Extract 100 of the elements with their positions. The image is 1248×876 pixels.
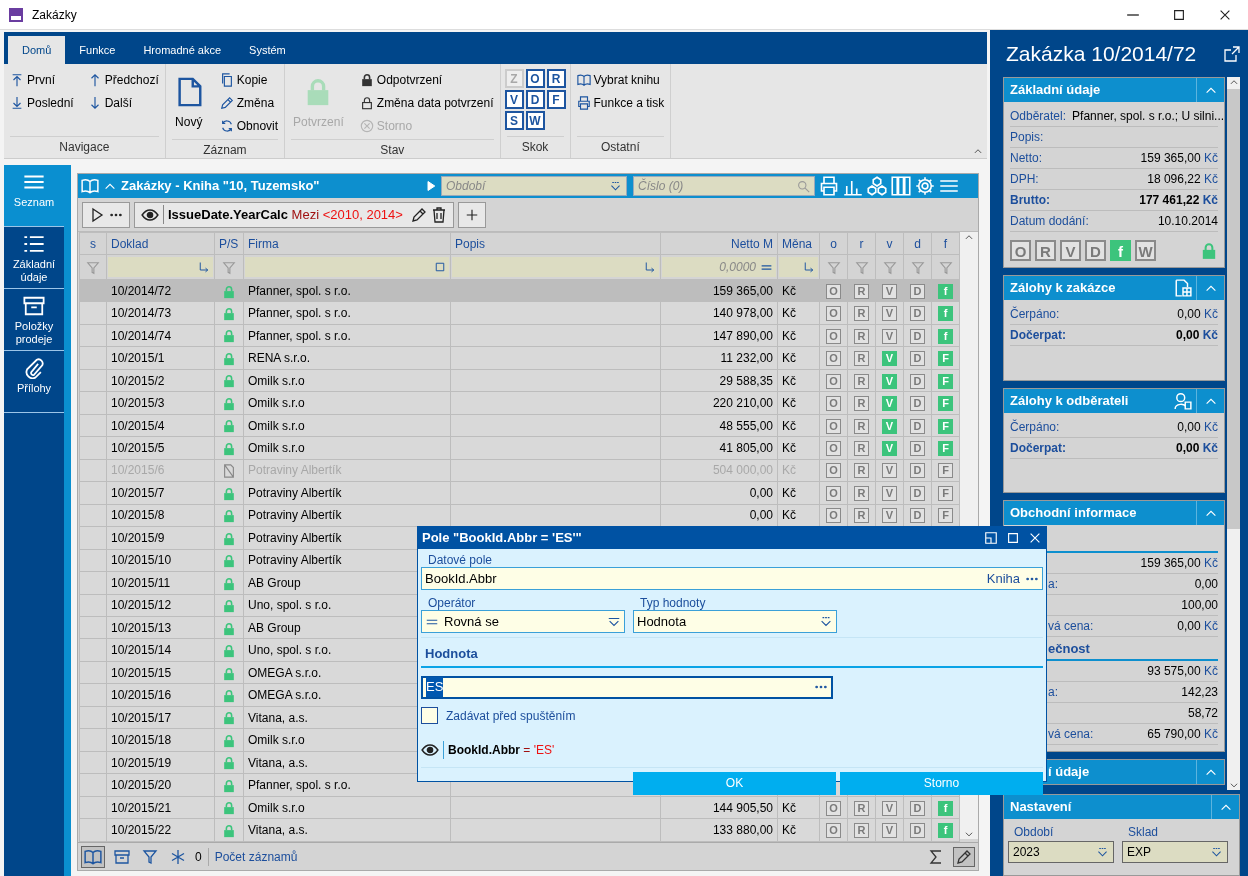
column-header[interactable]: r — [847, 232, 876, 255]
delete-button[interactable] — [430, 206, 447, 223]
column-header[interactable]: f — [931, 232, 960, 255]
data-field[interactable]: BookId.Abbr Kniha — [421, 567, 1043, 590]
status-flag: f — [938, 306, 953, 322]
jump-key[interactable]: F — [546, 90, 566, 109]
table-row[interactable]: 10/2015/2 Omilk s.r.o 29 588,35 Kč O R V D F — [79, 369, 960, 392]
lock-icon — [222, 486, 236, 501]
section-header[interactable]: Zálohy k zakázce — [1004, 276, 1224, 300]
ribbon-button[interactable]: Změna data potvrzení — [357, 92, 496, 113]
value-type-field[interactable]: Hodnota — [633, 610, 837, 633]
checkbox[interactable] — [421, 707, 438, 724]
field-label: Brutto: — [1010, 192, 1050, 209]
ribbon-button[interactable]: První — [8, 69, 76, 90]
filter-field[interactable] — [245, 257, 449, 278]
jump-key[interactable]: R — [546, 69, 566, 88]
jump-key[interactable]: O — [525, 69, 545, 88]
print-icon — [819, 176, 839, 196]
status-flag: V — [1060, 240, 1081, 261]
field-value: 0,00 — [1194, 576, 1218, 593]
section-header[interactable]: Nastavení — [1004, 795, 1239, 819]
table-cell: Potraviny Albertík — [243, 481, 451, 505]
group-label: Ostatní — [576, 136, 665, 158]
table-row[interactable]: 10/2014/73 Pfanner, spol. s r.o. 140 978,00 Kč O R V D f — [79, 301, 960, 325]
snowflake-icon — [170, 848, 186, 865]
run-button[interactable] — [89, 206, 105, 223]
cubes-button[interactable] — [867, 176, 887, 196]
table-row[interactable]: 10/2015/22 Vitana, a.s. 133 880,00 Kč O R V D f — [79, 818, 960, 842]
ribbon-tab[interactable]: Funkce — [65, 35, 130, 64]
edit-button[interactable] — [410, 206, 427, 223]
print-button[interactable] — [819, 176, 839, 196]
status-flag: R — [854, 373, 869, 389]
status-flag: V — [882, 306, 897, 322]
column-header[interactable]: Netto M — [660, 232, 778, 255]
filter-field[interactable] — [452, 257, 659, 278]
column-header[interactable]: s — [79, 232, 107, 255]
status-flag: R — [854, 485, 869, 501]
ribbon-button[interactable]: Funkce a tisk — [574, 92, 667, 113]
dropdown-field[interactable]: 2023 — [1008, 841, 1114, 863]
filter-field[interactable] — [108, 257, 213, 278]
column-header[interactable]: Měna — [777, 232, 820, 255]
table-row[interactable]: 10/2015/5 Omilk s.r.o 41 805,00 Kč O R V D F — [79, 436, 960, 460]
column-header[interactable]: d — [903, 232, 932, 255]
table-row[interactable]: 10/2014/74 Pfanner, spol. s r.o. 147 890,00 Kč O R V D f — [79, 324, 960, 347]
ribbon-button[interactable]: Obnovit — [217, 115, 281, 136]
open-external-button[interactable] — [1224, 45, 1240, 62]
section-header[interactable]: Zálohy k odběrateli — [1004, 389, 1224, 413]
table-cell: 10/2015/2 — [106, 369, 215, 392]
table-cell: 48 555,00 — [660, 414, 778, 437]
ribbon-button[interactable]: Nový — [169, 69, 208, 139]
table-cell: Kč — [777, 324, 820, 347]
field-value: 93 575,00 Kč — [1147, 663, 1218, 680]
section-header[interactable]: Obchodní informace — [1004, 501, 1224, 525]
table-row[interactable]: 10/2015/1 RENA s.r.o. 11 232,00 Kč O R V D F — [79, 346, 960, 370]
value-field[interactable]: ES — [421, 675, 833, 699]
ribbon-tab[interactable]: Systém — [235, 35, 300, 64]
table-cell: 10/2014/72 — [106, 279, 215, 302]
edit-button[interactable] — [953, 846, 975, 867]
column-header[interactable]: Firma — [243, 232, 451, 255]
jump-key[interactable]: D — [525, 90, 545, 109]
collapse-button[interactable] — [973, 146, 983, 156]
table-row[interactable]: 10/2015/21 Omilk s.r.o 144 905,50 Kč O R V D f — [79, 796, 960, 819]
ribbon-button[interactable]: Poslední — [8, 92, 76, 113]
ribbon-button[interactable]: Kopie — [217, 69, 281, 90]
jump-key[interactable]: V — [504, 90, 524, 109]
column-header[interactable]: Popis — [450, 232, 661, 255]
table-cell: 10/2015/7 — [106, 481, 215, 505]
printer-icon — [576, 95, 591, 110]
ribbon-button[interactable]: Změna — [217, 92, 281, 113]
status-flag: f — [938, 823, 953, 839]
table-row[interactable]: 10/2015/4 Omilk s.r.o 48 555,00 Kč O R V D F — [79, 414, 960, 437]
add-button[interactable] — [457, 201, 486, 228]
jump-key[interactable]: S — [504, 111, 524, 130]
ribbon-button[interactable]: Předchozí — [85, 69, 161, 90]
scrollbar[interactable] — [1227, 77, 1240, 790]
table-row[interactable]: 10/2015/3 Omilk s.r.o 220 210,00 Kč O R V D F — [79, 391, 960, 415]
lock-icon — [222, 823, 236, 838]
book-button[interactable] — [81, 845, 105, 868]
ribbon-tab[interactable]: Hromadné akce — [129, 35, 236, 64]
dropdown-field[interactable]: EXP — [1122, 841, 1228, 863]
jump-key[interactable]: W — [525, 111, 545, 130]
ribbon-button[interactable]: Vybrat knihu — [574, 69, 667, 90]
column-header[interactable]: v — [875, 232, 904, 255]
ribbon-button[interactable]: Odpotvrzení — [357, 69, 496, 90]
filter-field[interactable] — [779, 257, 818, 278]
table-cell: 10/2014/74 — [106, 324, 215, 347]
ribbon-button[interactable]: Další — [85, 92, 161, 113]
column-header[interactable]: P/S — [214, 232, 244, 255]
column-header[interactable]: o — [819, 232, 848, 255]
table-row[interactable]: 10/2015/8 Potraviny Albertík 0,00 Kč O R V D F — [79, 504, 960, 527]
table-row[interactable]: 10/2015/7 Potraviny Albertík 0,00 Kč O R V D F — [79, 481, 960, 505]
column-header[interactable]: Doklad — [106, 232, 215, 255]
cubes-icon — [867, 176, 887, 196]
operator-field[interactable]: Rovná se — [421, 610, 625, 633]
columns-button[interactable] — [891, 176, 911, 196]
ribbon-tab[interactable]: Domů — [8, 35, 66, 64]
section-header[interactable]: Základní údaje — [1004, 78, 1224, 102]
sidebar-item[interactable]: Seznam — [4, 165, 64, 227]
settings-button[interactable] — [915, 176, 935, 196]
table-row[interactable]: 10/2014/72 Pfanner, spol. s r.o. 159 365,00 Kč O R V D f — [79, 279, 960, 302]
